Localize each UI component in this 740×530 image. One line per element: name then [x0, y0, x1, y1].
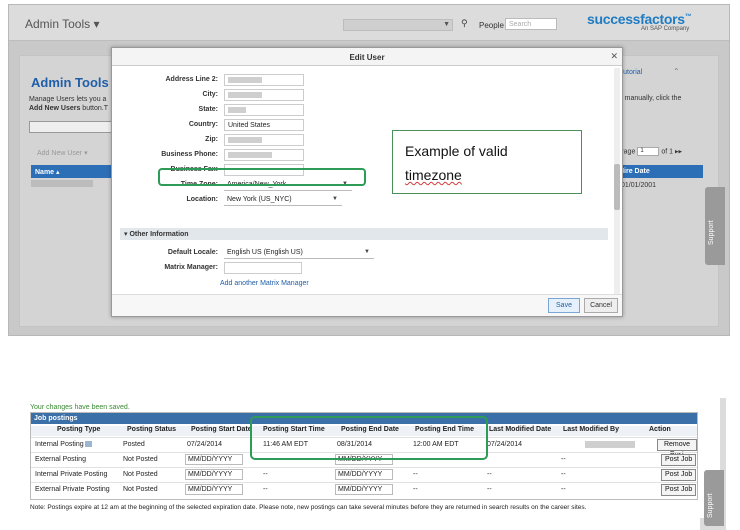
column-header: Posting Type [57, 426, 101, 433]
dialog-scrollbar[interactable] [614, 68, 620, 294]
document-icon [84, 441, 92, 448]
posting-start-time: -- [263, 486, 268, 493]
close-icon[interactable]: ✕ [610, 51, 618, 62]
logo-subtitle: An SAP Company [641, 26, 690, 32]
posting-times-highlight [250, 416, 488, 460]
posting-end-time: -- [413, 471, 418, 478]
pagination: Page 1 of 1 ▸▸ [619, 147, 683, 156]
post-job-button[interactable]: Post Job [661, 454, 697, 466]
posting-start-time: -- [263, 471, 268, 478]
location-select[interactable]: New York (US_NYC) ▼ [224, 194, 342, 206]
posting-type: Internal Posting [35, 441, 92, 448]
city-input[interactable] [224, 89, 304, 101]
country-input[interactable]: United States [224, 119, 304, 131]
chevron-down-icon: ▼ [364, 249, 370, 255]
saved-message: Your changes have been saved. [30, 404, 130, 411]
posting-end-date-input[interactable]: MM/DD/YYYY [335, 469, 393, 480]
filter-input[interactable] [29, 121, 113, 133]
zip-input[interactable] [224, 134, 304, 146]
posting-start-date-input[interactable]: MM/DD/YYYY [185, 469, 243, 480]
table-row: Internal Private Posting Not Posted MM/D… [31, 467, 697, 481]
posting-end-date-input[interactable]: MM/DD/YYYY [335, 484, 393, 495]
valid-timezone-callout: Example of valid timezone [392, 130, 582, 194]
posting-start-date-input[interactable]: MM/DD/YYYY [185, 484, 243, 495]
support-tab[interactable]: Support [705, 187, 725, 265]
redacted-name [31, 180, 93, 187]
description-tail: ers manually, click the [613, 95, 682, 102]
add-matrix-manager-link[interactable]: Add another Matrix Manager [220, 280, 309, 287]
last-modified-by: -- [561, 486, 566, 493]
column-header: Posting Status [127, 426, 177, 433]
column-header: Posting Start Date [191, 426, 252, 433]
posting-start-date: 07/24/2014 [187, 441, 223, 448]
name-column-header[interactable]: Name ▴ [31, 165, 121, 178]
last-modified-by-redacted [585, 441, 635, 448]
post-job-button[interactable]: Post Job [661, 469, 697, 481]
table-row: External Private Posting Not Posted MM/D… [31, 482, 697, 496]
posting-status: Not Posted [123, 456, 158, 463]
support-tab[interactable]: Support [704, 470, 724, 526]
postings-note: Note: Postings expire at 12 am at the be… [30, 504, 587, 511]
dialog-header: Edit User ✕ [112, 48, 622, 66]
dialog-footer: Save Cancel [112, 294, 622, 316]
manage-users-description: Manage Users lets you a Add New Users bu… [29, 96, 108, 112]
default-locale-select[interactable]: English US (English US) ▼ [224, 247, 374, 259]
chevron-down-icon: ▼ [443, 21, 450, 28]
remove-post-button[interactable]: Remove Post [657, 439, 697, 458]
column-header: Last Modified Date [489, 426, 552, 433]
state-input[interactable] [224, 104, 304, 116]
field-state: State: [118, 104, 608, 118]
posting-status: Posted [123, 441, 145, 448]
posting-status: Not Posted [123, 486, 158, 493]
top-bar: Admin Tools ▾ ▼ ⚲ People Search successf… [9, 5, 729, 41]
matrix-manager-input[interactable] [224, 262, 302, 274]
chevron-up-icon[interactable]: ⌃ [673, 67, 680, 76]
posting-type: External Private Posting [35, 486, 110, 493]
posting-start-date-input[interactable]: MM/DD/YYYY [185, 454, 243, 465]
page-title: Admin Tools [31, 75, 109, 90]
posting-type: Internal Private Posting [35, 471, 108, 478]
search-icon[interactable]: ⚲ [461, 18, 468, 29]
chevron-down-icon: ▼ [332, 196, 338, 202]
column-header: Last Modified By [563, 426, 620, 433]
successfactors-logo: successfactors™ [587, 11, 692, 27]
people-search-input[interactable]: Search [505, 18, 557, 30]
save-button[interactable]: Save [548, 298, 580, 313]
admin-tools-menu[interactable]: Admin Tools ▾ [25, 17, 100, 31]
time-zone-highlight [158, 168, 366, 186]
last-modified-date: -- [487, 471, 492, 478]
last-modified-by: -- [561, 471, 566, 478]
dialog-title: Edit User [349, 53, 385, 62]
posting-status: Not Posted [123, 471, 158, 478]
hire-date-value: 01/01/2001 [621, 182, 657, 189]
other-information-section[interactable]: ▾ Other Information [120, 228, 608, 240]
posting-type: External Posting [35, 456, 86, 463]
scrollbar-thumb[interactable] [614, 164, 620, 210]
page-input[interactable]: 1 [637, 147, 660, 156]
field-default-locale: Default Locale: English US (English US) ▼ [118, 247, 608, 261]
last-modified-by: -- [561, 456, 566, 463]
add-new-user-button[interactable]: Add New User ▾ [37, 149, 88, 157]
field-matrix-manager: Matrix Manager: [118, 262, 608, 276]
posting-end-time: -- [413, 486, 418, 493]
column-header: Action [649, 426, 671, 433]
edit-user-screenshot: Admin Tools ▾ ▼ ⚲ People Search successf… [8, 4, 730, 336]
last-modified-date: -- [487, 486, 492, 493]
hire-date-column-header[interactable]: Hire Date [615, 165, 703, 178]
cancel-button[interactable]: Cancel [584, 298, 618, 313]
business-phone-input[interactable] [224, 149, 304, 161]
field-address-line-2: Address Line 2: [118, 74, 608, 88]
people-label: People [479, 21, 504, 30]
field-location: Location: New York (US_NYC) ▼ [118, 194, 608, 208]
user-selector[interactable]: ▼ [343, 19, 453, 31]
last-modified-date: 07/24/2014 [487, 441, 523, 448]
post-job-button[interactable]: Post Job [661, 484, 697, 496]
address-line-2-input[interactable] [224, 74, 304, 86]
field-city: City: [118, 89, 608, 103]
